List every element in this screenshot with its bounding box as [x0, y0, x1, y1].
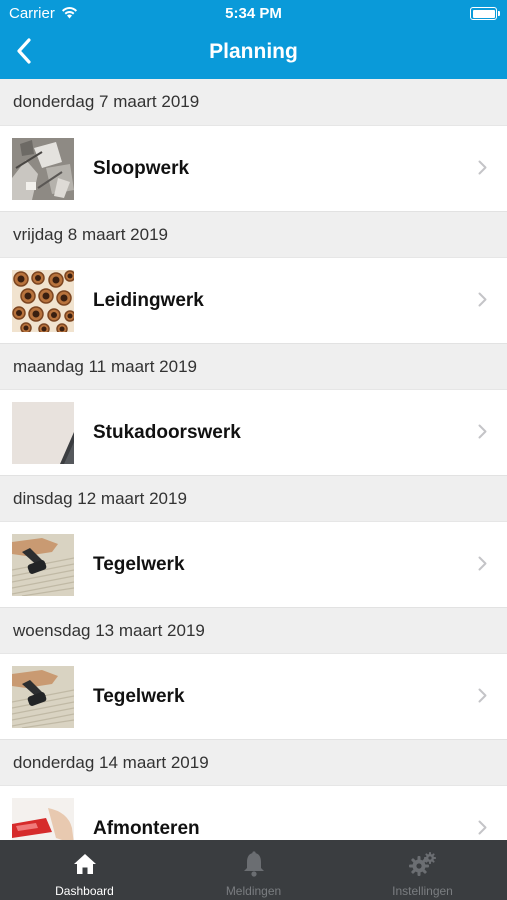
section-date-header: dinsdag 12 maart 2019: [0, 475, 507, 521]
list-item[interactable]: Leidingwerk: [0, 257, 507, 343]
tab-label: Meldingen: [225, 884, 282, 898]
clock-time: 5:34 PM: [225, 5, 282, 22]
bell-icon: [242, 850, 266, 878]
list-item[interactable]: Stukadoorswerk: [0, 389, 507, 475]
page-title: Planning: [209, 40, 298, 63]
tiling-thumbnail: [11, 533, 75, 597]
list-item[interactable]: Sloopwerk: [0, 125, 507, 211]
section-date-header: donderdag 14 maart 2019: [0, 739, 507, 785]
list-item[interactable]: Tegelwerk: [0, 521, 507, 607]
tab-dashboard[interactable]: Dashboard: [0, 840, 169, 900]
section-date-header: vrijdag 8 maart 2019: [0, 211, 507, 257]
section-date-header: woensdag 13 maart 2019: [0, 607, 507, 653]
item-label: Tegelwerk: [93, 685, 185, 707]
chevron-right-icon: [478, 424, 487, 444]
list-item[interactable]: Afmonteren: [0, 785, 507, 840]
chevron-right-icon: [478, 160, 487, 180]
home-icon: [73, 850, 97, 878]
demolition-thumbnail: [12, 137, 74, 200]
section-date-header: donderdag 7 maart 2019: [0, 79, 507, 125]
item-label: Sloopwerk: [93, 157, 190, 179]
status-bar: Carrier 5:34 PM: [0, 0, 507, 28]
tab-instellingen[interactable]: Instellingen: [338, 840, 507, 900]
finishing-thumbnail: [12, 797, 74, 840]
item-label: Stukadoorswerk: [93, 421, 241, 443]
chevron-right-icon: [478, 292, 487, 312]
list-item[interactable]: Tegelwerk: [0, 653, 507, 739]
item-label: Afmonteren: [93, 817, 200, 839]
tiling-thumbnail: [11, 665, 75, 729]
chevron-right-icon: [478, 556, 487, 576]
tab-meldingen[interactable]: Meldingen: [169, 840, 338, 900]
section-date-header: maandag 11 maart 2019: [0, 343, 507, 389]
tab-label: Instellingen: [392, 884, 453, 898]
navigation-bar: Planning: [0, 28, 507, 79]
gears-icon: [408, 850, 437, 878]
planning-list[interactable]: donderdag 7 maart 2019 Sloopwerk vrijdag…: [0, 79, 507, 840]
pipes-thumbnail: [12, 269, 76, 335]
battery-icon: [470, 7, 500, 20]
item-label: Leidingwerk: [93, 289, 204, 311]
plaster-thumbnail: [12, 401, 74, 464]
tab-label: Dashboard: [55, 884, 114, 898]
chevron-right-icon: [478, 820, 487, 840]
chevron-right-icon: [478, 688, 487, 708]
tab-bar: Dashboard Meldingen Instellingen: [0, 840, 507, 900]
item-label: Tegelwerk: [93, 553, 185, 575]
